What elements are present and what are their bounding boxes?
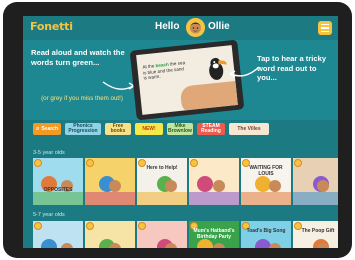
book-title: WAITING FOR LOUIS bbox=[249, 165, 283, 177]
cover-illustration bbox=[99, 239, 121, 248]
filter-chip[interactable]: NEW! bbox=[135, 123, 163, 135]
cover-illustration bbox=[293, 176, 338, 205]
cover-illustration bbox=[41, 239, 73, 248]
section-label: 3-5 year olds bbox=[33, 150, 65, 156]
book-cover[interactable]: Here to Help! bbox=[137, 158, 187, 205]
top-bar: Fonetti Hello Ollie bbox=[23, 16, 338, 40]
book-cover[interactable]: WAITING FOR LOUIS bbox=[241, 158, 291, 205]
menu-button[interactable] bbox=[318, 21, 332, 35]
book-cover[interactable] bbox=[137, 221, 187, 248]
filter-chip[interactable]: Free books bbox=[105, 123, 131, 135]
book-title: The Poop Gift bbox=[301, 228, 335, 234]
cover-illustration bbox=[189, 176, 239, 205]
toucan-illustration bbox=[209, 57, 227, 80]
app-screen: Fonetti Hello Ollie Read aloud and watch… bbox=[23, 16, 338, 248]
search-button[interactable]: ⌕ Search bbox=[33, 123, 61, 135]
book-cover[interactable] bbox=[293, 158, 338, 205]
cover-illustration bbox=[313, 239, 329, 248]
hero-left-text: Read aloud and watch the words turn gree… bbox=[31, 48, 125, 67]
cover-illustration bbox=[85, 176, 135, 205]
hero-left-subtext: (or grey if you miss them out!) bbox=[41, 95, 123, 102]
menu-icon bbox=[321, 23, 329, 26]
book-cover[interactable] bbox=[85, 221, 135, 248]
book-shelf: Mum's Hatband's Birthday Party Toad's Big… bbox=[33, 221, 338, 248]
app-logo[interactable]: Fonetti bbox=[30, 20, 73, 33]
search-icon: ⌕ bbox=[35, 125, 40, 132]
book-cover[interactable] bbox=[85, 158, 135, 205]
curved-arrow-icon bbox=[228, 66, 260, 78]
cover-illustration bbox=[255, 239, 281, 248]
book-shelf: OPPOSITES Here to Help! WAITING FOR LOUIS bbox=[33, 158, 338, 205]
hero-banner[interactable]: Read aloud and watch the words turn gree… bbox=[23, 39, 338, 121]
book-cover[interactable]: Toad's Big Song bbox=[241, 221, 291, 248]
curved-arrow-icon bbox=[102, 81, 136, 90]
user-avatar[interactable] bbox=[186, 18, 205, 37]
filter-chip[interactable]: Phonics Progression bbox=[65, 123, 101, 135]
book-cover[interactable]: Mum's Hatband's Birthday Party bbox=[189, 221, 239, 248]
filter-chip[interactable]: STEAM Reading bbox=[197, 123, 225, 135]
section-label: 5-7 year olds bbox=[33, 212, 65, 218]
book-cover[interactable] bbox=[33, 221, 83, 248]
cover-illustration bbox=[33, 176, 83, 205]
tablet-frame: Fonetti Hello Ollie Read aloud and watch… bbox=[3, 2, 352, 258]
hand-illustration bbox=[179, 80, 238, 115]
hero-right-text: Tap to hear a tricky word read out to yo… bbox=[257, 54, 327, 82]
tablet-illustration: At the beach the sea is blue and the san… bbox=[129, 39, 245, 121]
device-story-text: At the beach the sea is blue and the san… bbox=[142, 60, 186, 81]
filter-chip[interactable]: Mike Brownlow bbox=[167, 123, 193, 135]
filter-chip[interactable]: The Villes bbox=[229, 123, 269, 135]
greeting-text: Hello bbox=[155, 21, 180, 32]
user-name: Ollie bbox=[208, 21, 230, 32]
book-title: OPPOSITES bbox=[43, 187, 73, 193]
book-cover[interactable]: OPPOSITES bbox=[33, 158, 83, 205]
book-cover[interactable]: The Poop Gift bbox=[293, 221, 338, 248]
book-title: Here to Help! bbox=[146, 165, 178, 171]
category-filter-bar: ⌕ Search Phonics Progression Free books NE… bbox=[23, 123, 338, 137]
book-title: Toad's Big Song bbox=[246, 228, 286, 234]
book-cover[interactable] bbox=[189, 158, 239, 205]
book-title: Mum's Hatband's Birthday Party bbox=[193, 228, 235, 240]
cover-illustration bbox=[157, 239, 177, 248]
